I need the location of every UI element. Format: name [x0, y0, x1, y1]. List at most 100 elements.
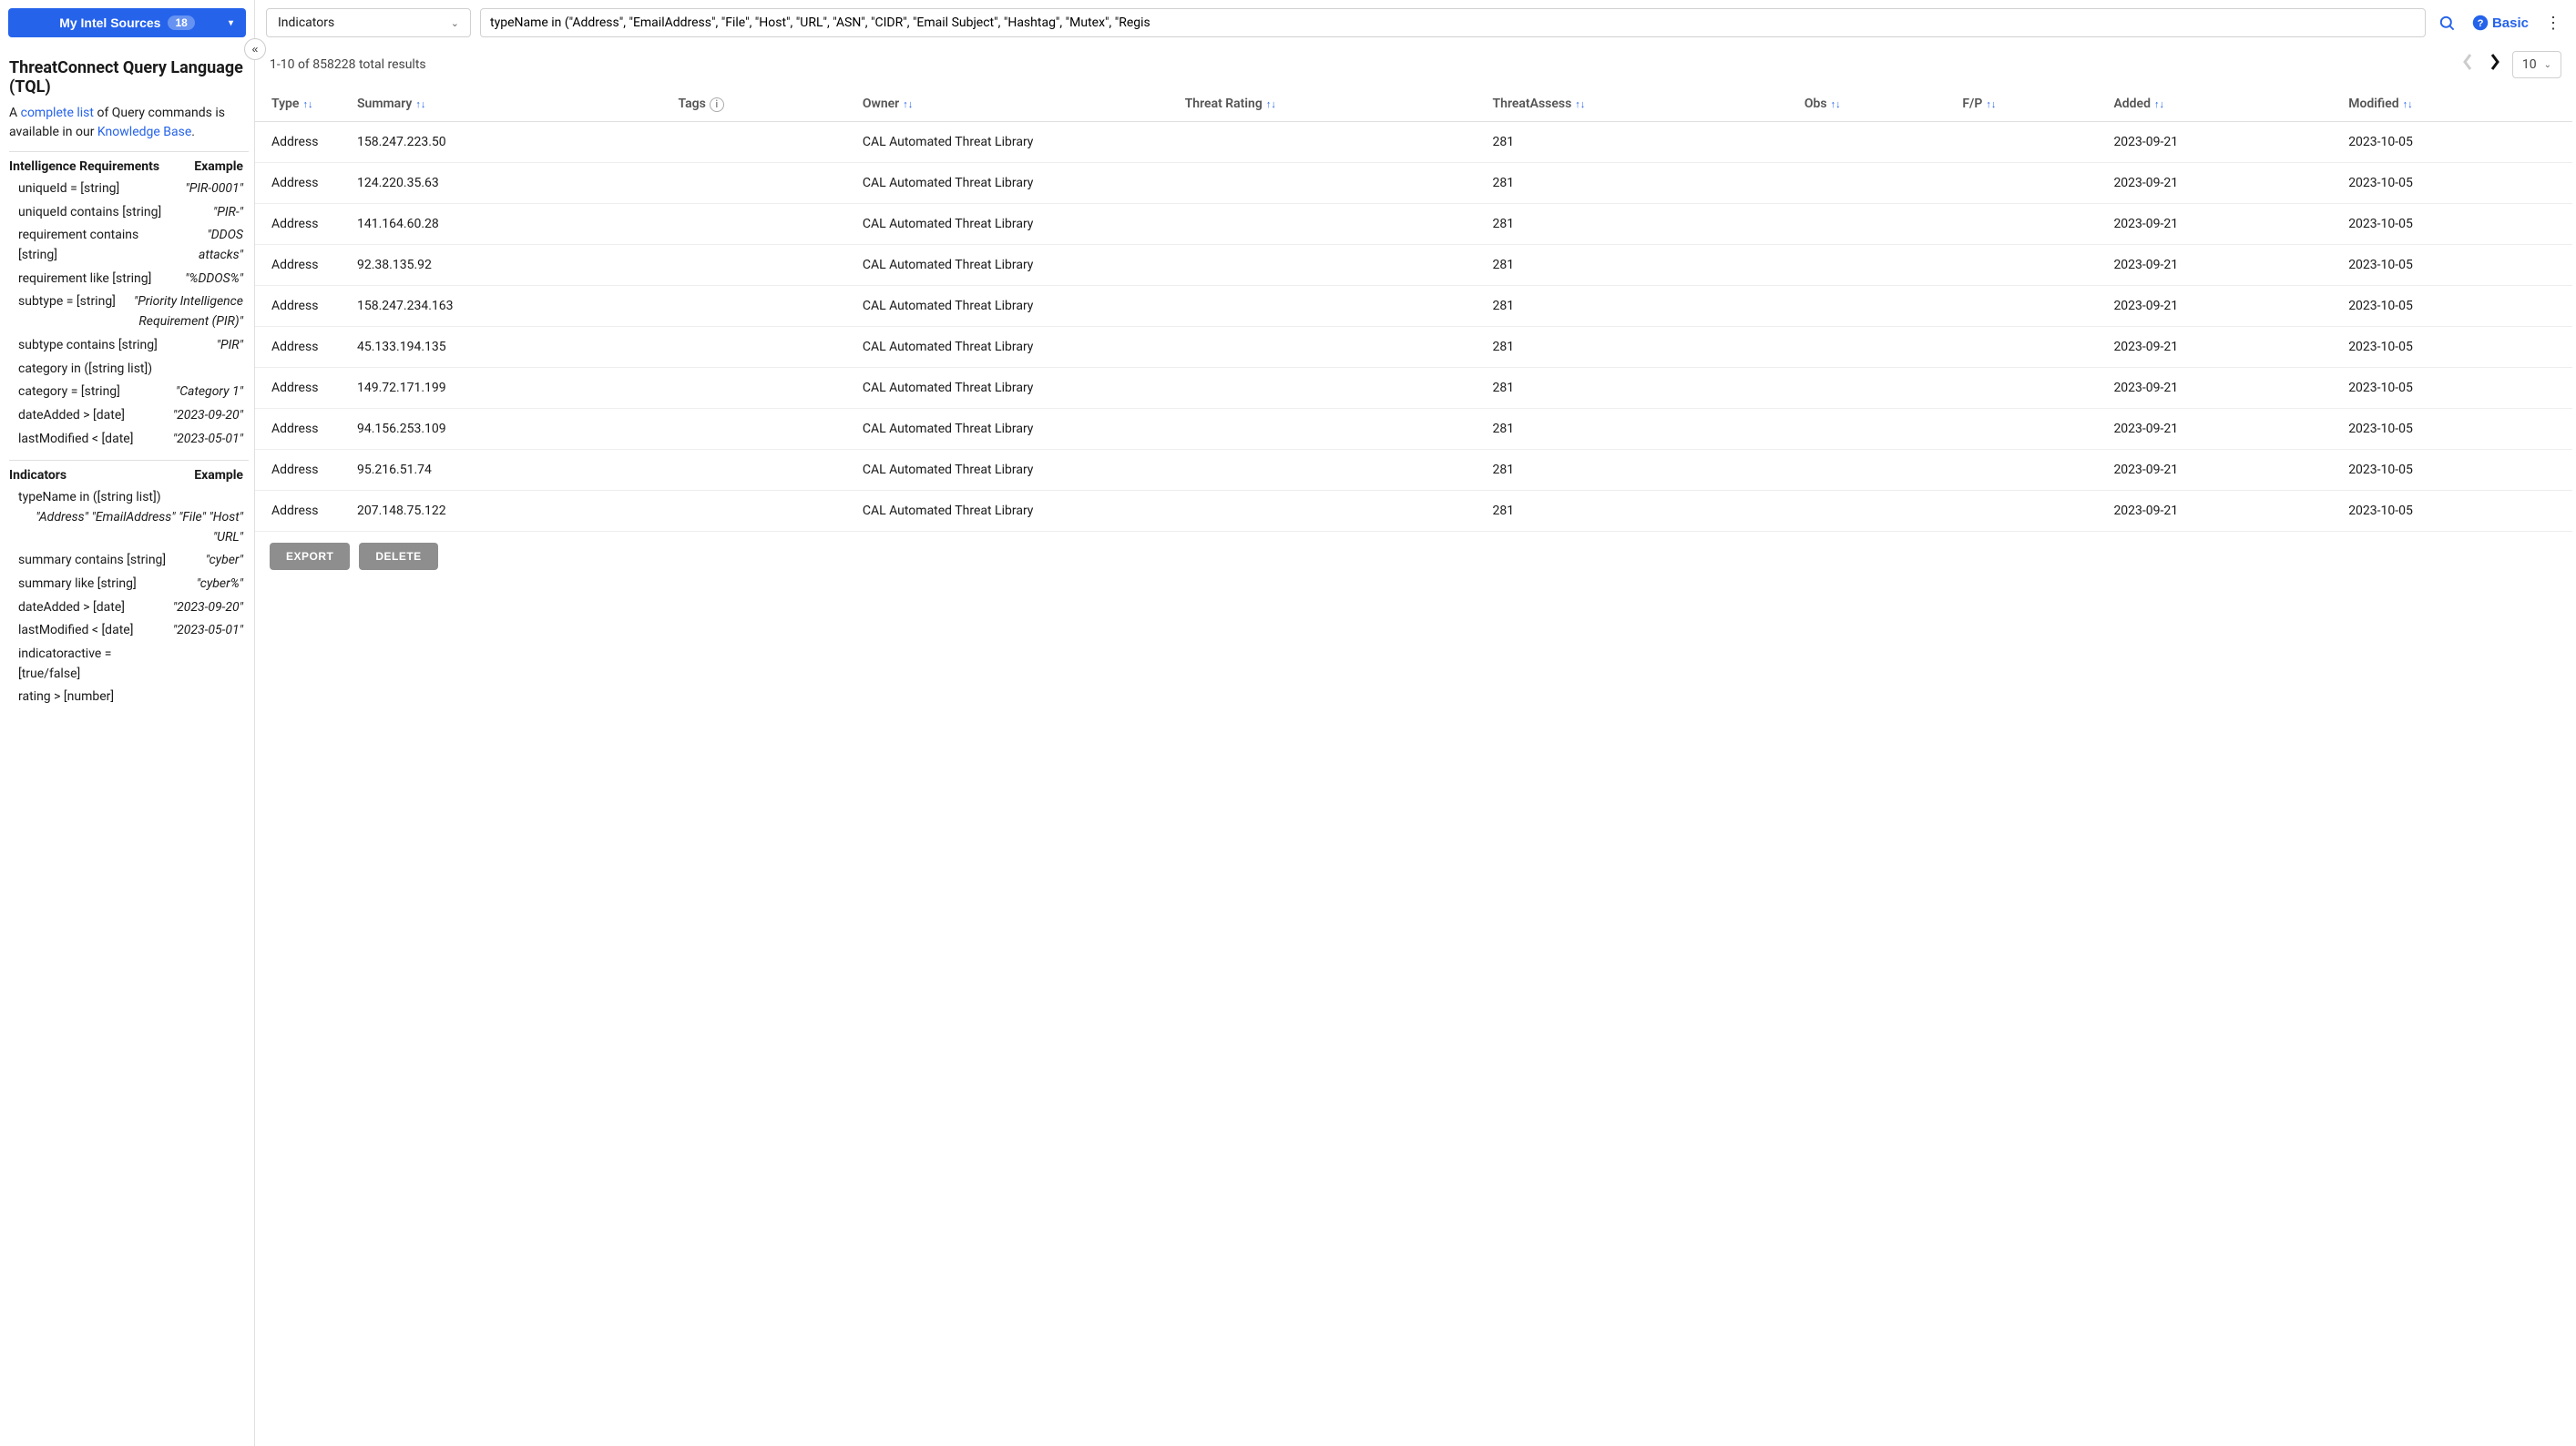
sort-icon: ↑↓ [903, 98, 913, 110]
col-threat-rating[interactable]: Threat Rating↑↓ [1174, 87, 1482, 121]
col-summary[interactable]: Summary↑↓ [346, 87, 668, 121]
table-row[interactable]: Address 158.247.234.163 CAL Automated Th… [255, 285, 2572, 326]
tql-command: requirement like [string] [18, 270, 151, 290]
page-size-select[interactable]: 10 ⌄ [2512, 51, 2561, 78]
tql-command: indicatoractive = [true/false] [18, 645, 171, 684]
tql-command-row: dateAdded > [date]"2023-09-20" [9, 596, 249, 620]
collapse-sidebar-button[interactable]: « [244, 38, 266, 60]
cell-type: Address [255, 490, 346, 531]
tql-example: "2023-09-20" [125, 598, 243, 618]
cell-owner: CAL Automated Threat Library [852, 449, 1174, 490]
table-row[interactable]: Address 92.38.135.92 CAL Automated Threa… [255, 244, 2572, 285]
cell-modified: 2023-10-05 [2337, 367, 2572, 408]
chevron-right-icon [2489, 53, 2501, 71]
sort-icon: ↑↓ [2403, 98, 2413, 110]
cell-owner: CAL Automated Threat Library [852, 367, 1174, 408]
tql-command-row: requirement like [string]"%DDOS%" [9, 268, 249, 291]
cell-tags [668, 162, 852, 203]
export-button[interactable]: EXPORT [270, 543, 350, 570]
cell-modified: 2023-10-05 [2337, 121, 2572, 162]
table-row[interactable]: Address 124.220.35.63 CAL Automated Thre… [255, 162, 2572, 203]
cell-type: Address [255, 449, 346, 490]
tql-command-row: subtype = [string]"Priority Intelligence… [9, 290, 249, 333]
col-modified[interactable]: Modified↑↓ [2337, 87, 2572, 121]
info-icon[interactable]: i [710, 97, 724, 112]
cell-fp [1951, 203, 2102, 244]
cell-fp [1951, 326, 2102, 367]
results-table: Type↑↓ Summary↑↓ Tagsi Owner↑↓ Threat Ra… [255, 87, 2572, 532]
cell-modified: 2023-10-05 [2337, 490, 2572, 531]
sidebar: My Intel Sources 18 ▾ ThreatConnect Quer… [0, 0, 255, 1446]
tql-command-row: lastModified < [date]"2023-05-01" [9, 619, 249, 643]
main-content: Indicators ⌄ ? Basic ⋮ 1-10 of 858228 to… [255, 0, 2576, 1446]
col-type[interactable]: Type↑↓ [255, 87, 346, 121]
toolbar: Indicators ⌄ ? Basic ⋮ [255, 0, 2576, 46]
cell-owner: CAL Automated Threat Library [852, 162, 1174, 203]
tql-example: "cyber" [166, 551, 243, 571]
chevron-left-icon: « [252, 43, 259, 56]
complete-list-link[interactable]: complete list [21, 106, 94, 120]
tql-section: Intelligence RequirementsExampleuniqueId… [9, 151, 249, 460]
cell-tags [668, 367, 852, 408]
tql-command-row: uniqueId = [string]"PIR-0001" [9, 178, 249, 201]
kebab-icon: ⋮ [2545, 14, 2561, 33]
tql-command: summary like [string] [18, 575, 137, 595]
cell-type: Address [255, 121, 346, 162]
sort-icon: ↑↓ [2154, 98, 2164, 110]
type-select[interactable]: Indicators ⌄ [266, 8, 471, 37]
cell-owner: CAL Automated Threat Library [852, 121, 1174, 162]
tql-example: "cyber%" [137, 575, 243, 595]
table-row[interactable]: Address 45.133.194.135 CAL Automated Thr… [255, 326, 2572, 367]
tql-command: category = [string] [18, 382, 120, 402]
cell-fp [1951, 449, 2102, 490]
table-row[interactable]: Address 158.247.223.50 CAL Automated Thr… [255, 121, 2572, 162]
col-fp[interactable]: F/P↑↓ [1951, 87, 2102, 121]
cell-summary: 149.72.171.199 [346, 367, 668, 408]
col-obs[interactable]: Obs↑↓ [1794, 87, 1951, 121]
col-tags: Tagsi [668, 87, 852, 121]
more-menu-button[interactable]: ⋮ [2541, 10, 2565, 36]
cell-fp [1951, 162, 2102, 203]
col-added[interactable]: Added↑↓ [2102, 87, 2337, 121]
cell-threat-assess: 281 [1482, 162, 1794, 203]
query-input[interactable] [480, 8, 2426, 37]
cell-summary: 141.164.60.28 [346, 203, 668, 244]
table-row[interactable]: Address 149.72.171.199 CAL Automated Thr… [255, 367, 2572, 408]
tql-command: lastModified < [date] [18, 621, 133, 641]
cell-modified: 2023-10-05 [2337, 408, 2572, 449]
tql-command: typeName in ([string list]) [18, 488, 161, 508]
cell-type: Address [255, 203, 346, 244]
search-icon [2438, 15, 2456, 32]
tql-example: "Priority Intelligence Requirement (PIR)… [116, 292, 243, 331]
cell-modified: 2023-10-05 [2337, 449, 2572, 490]
cell-owner: CAL Automated Threat Library [852, 285, 1174, 326]
knowledge-base-link[interactable]: Knowledge Base [97, 125, 191, 139]
cell-modified: 2023-10-05 [2337, 244, 2572, 285]
search-button[interactable] [2435, 11, 2459, 36]
help-icon: ? [2472, 15, 2489, 31]
sort-icon: ↑↓ [415, 98, 425, 110]
cell-obs [1794, 449, 1951, 490]
delete-button[interactable]: DELETE [359, 543, 437, 570]
cell-obs [1794, 367, 1951, 408]
col-threat-assess[interactable]: ThreatAssess↑↓ [1482, 87, 1794, 121]
table-row[interactable]: Address 141.164.60.28 CAL Automated Thre… [255, 203, 2572, 244]
tql-command-row: category = [string]"Category 1" [9, 381, 249, 404]
tql-command-row: rating > [number] [9, 686, 249, 709]
cell-owner: CAL Automated Threat Library [852, 326, 1174, 367]
tql-example: "PIR" [158, 336, 243, 356]
cell-type: Address [255, 408, 346, 449]
basic-mode-label: Basic [2492, 15, 2529, 31]
table-row[interactable]: Address 95.216.51.74 CAL Automated Threa… [255, 449, 2572, 490]
my-intel-sources-button[interactable]: My Intel Sources 18 ▾ [8, 8, 246, 37]
next-page-button[interactable] [2485, 51, 2505, 78]
cell-threat-assess: 281 [1482, 121, 1794, 162]
cell-threat-assess: 281 [1482, 367, 1794, 408]
col-owner[interactable]: Owner↑↓ [852, 87, 1174, 121]
cell-summary: 124.220.35.63 [346, 162, 668, 203]
table-row[interactable]: Address 207.148.75.122 CAL Automated Thr… [255, 490, 2572, 531]
table-row[interactable]: Address 94.156.253.109 CAL Automated Thr… [255, 408, 2572, 449]
cell-summary: 207.148.75.122 [346, 490, 668, 531]
basic-mode-button[interactable]: ? Basic [2469, 11, 2532, 35]
tql-command-row: category in ([string list]) [9, 358, 249, 382]
